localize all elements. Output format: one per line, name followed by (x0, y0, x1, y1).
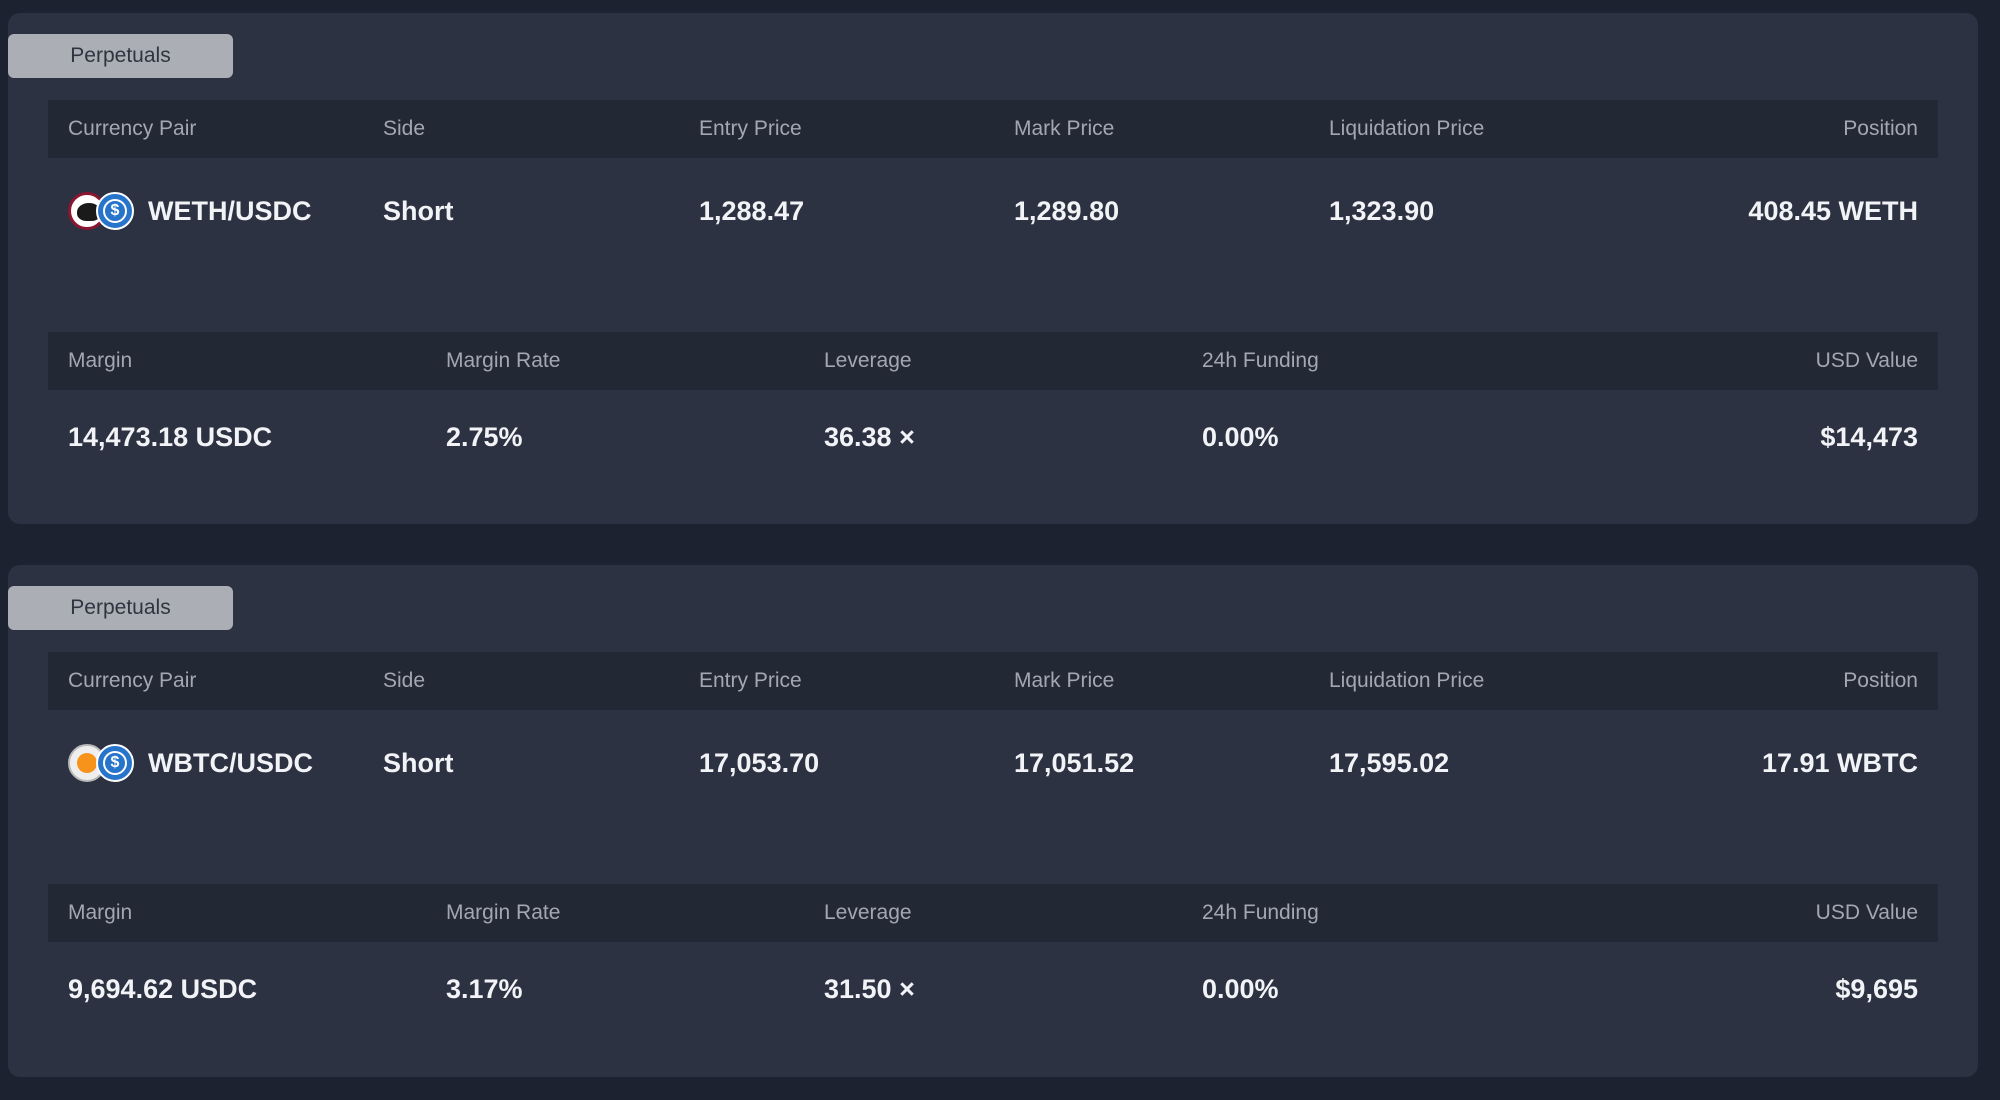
usdc-icon: $ (96, 744, 134, 782)
usd-value: $9,695 (1835, 973, 1918, 1004)
entry-price-value: 17,053.70 (699, 747, 820, 778)
mark-price-value: 1,289.80 (1014, 195, 1120, 226)
usd-value: $14,473 (1820, 421, 1918, 452)
position-value-row: $ WBTC/USDC Short 17,053.70 17,051.52 17… (48, 733, 1938, 793)
header-position: Position (1843, 669, 1918, 692)
header-leverage: Leverage (824, 901, 912, 924)
margin-value: 14,473.18 USDC (68, 421, 273, 452)
margin-value: 9,694.62 USDC (68, 973, 258, 1004)
header-24h-funding: 24h Funding (1202, 901, 1319, 924)
margin-value-row: 14,473.18 USDC 2.75% 36.38 × 0.00% $14,4… (48, 407, 1938, 467)
margin-header-row: Margin Margin Rate Leverage 24h Funding … (48, 332, 1938, 390)
header-entry-price: Entry Price (699, 117, 802, 140)
position-size-value: 408.45 WETH (1748, 195, 1918, 226)
position-size-value: 17.91 WBTC (1761, 747, 1918, 778)
currency-pair-label: WETH/USDC (148, 195, 312, 226)
leverage-value: 36.38 × (824, 421, 915, 452)
header-usd-value: USD Value (1815, 901, 1918, 924)
header-mark-price: Mark Price (1014, 669, 1115, 692)
liquidation-price-value: 1,323.90 (1329, 195, 1435, 226)
side-value: Short (383, 195, 454, 226)
side-value: Short (383, 747, 454, 778)
pair-icons: $ (68, 189, 138, 233)
currency-pair-label: WBTC/USDC (148, 747, 313, 778)
margin-rate-value: 2.75% (446, 421, 523, 452)
margin-header-row: Margin Margin Rate Leverage 24h Funding … (48, 884, 1938, 942)
liquidation-price-value: 17,595.02 (1329, 747, 1450, 778)
entry-price-value: 1,288.47 (699, 195, 805, 226)
header-currency-pair: Currency Pair (68, 669, 197, 692)
leverage-value: 31.50 × (824, 973, 915, 1004)
margin-rate-value: 3.17% (446, 973, 523, 1004)
header-side: Side (383, 117, 426, 140)
currency-pair-cell: $ WETH/USDC (68, 181, 312, 241)
header-margin: Margin (68, 349, 133, 372)
pair-icons: $ (68, 741, 138, 785)
position-card-weth: Perpetuals Currency Pair Side Entry Pric… (8, 13, 1978, 524)
header-margin-rate: Margin Rate (446, 349, 561, 372)
header-position: Position (1843, 117, 1918, 140)
position-header-row: Currency Pair Side Entry Price Mark Pric… (48, 652, 1938, 710)
header-currency-pair: Currency Pair (68, 117, 197, 140)
header-liquidation-price: Liquidation Price (1329, 117, 1485, 140)
header-side: Side (383, 669, 426, 692)
header-usd-value: USD Value (1815, 349, 1918, 372)
usdc-icon: $ (96, 192, 134, 230)
header-entry-price: Entry Price (699, 669, 802, 692)
header-24h-funding: 24h Funding (1202, 349, 1319, 372)
funding-24h-value: 0.00% (1202, 421, 1279, 452)
position-card-wbtc: Perpetuals Currency Pair Side Entry Pric… (8, 565, 1978, 1077)
header-liquidation-price: Liquidation Price (1329, 669, 1485, 692)
margin-value-row: 9,694.62 USDC 3.17% 31.50 × 0.00% $9,695 (48, 959, 1938, 1019)
currency-pair-cell: $ WBTC/USDC (68, 733, 313, 793)
header-leverage: Leverage (824, 349, 912, 372)
perpetuals-tag: Perpetuals (8, 586, 233, 630)
position-value-row: $ WETH/USDC Short 1,288.47 1,289.80 1,32… (48, 181, 1938, 241)
position-header-row: Currency Pair Side Entry Price Mark Pric… (48, 100, 1938, 158)
header-margin: Margin (68, 901, 133, 924)
perpetuals-tag: Perpetuals (8, 34, 233, 78)
funding-24h-value: 0.00% (1202, 973, 1279, 1004)
header-mark-price: Mark Price (1014, 117, 1115, 140)
header-margin-rate: Margin Rate (446, 901, 561, 924)
mark-price-value: 17,051.52 (1014, 747, 1135, 778)
